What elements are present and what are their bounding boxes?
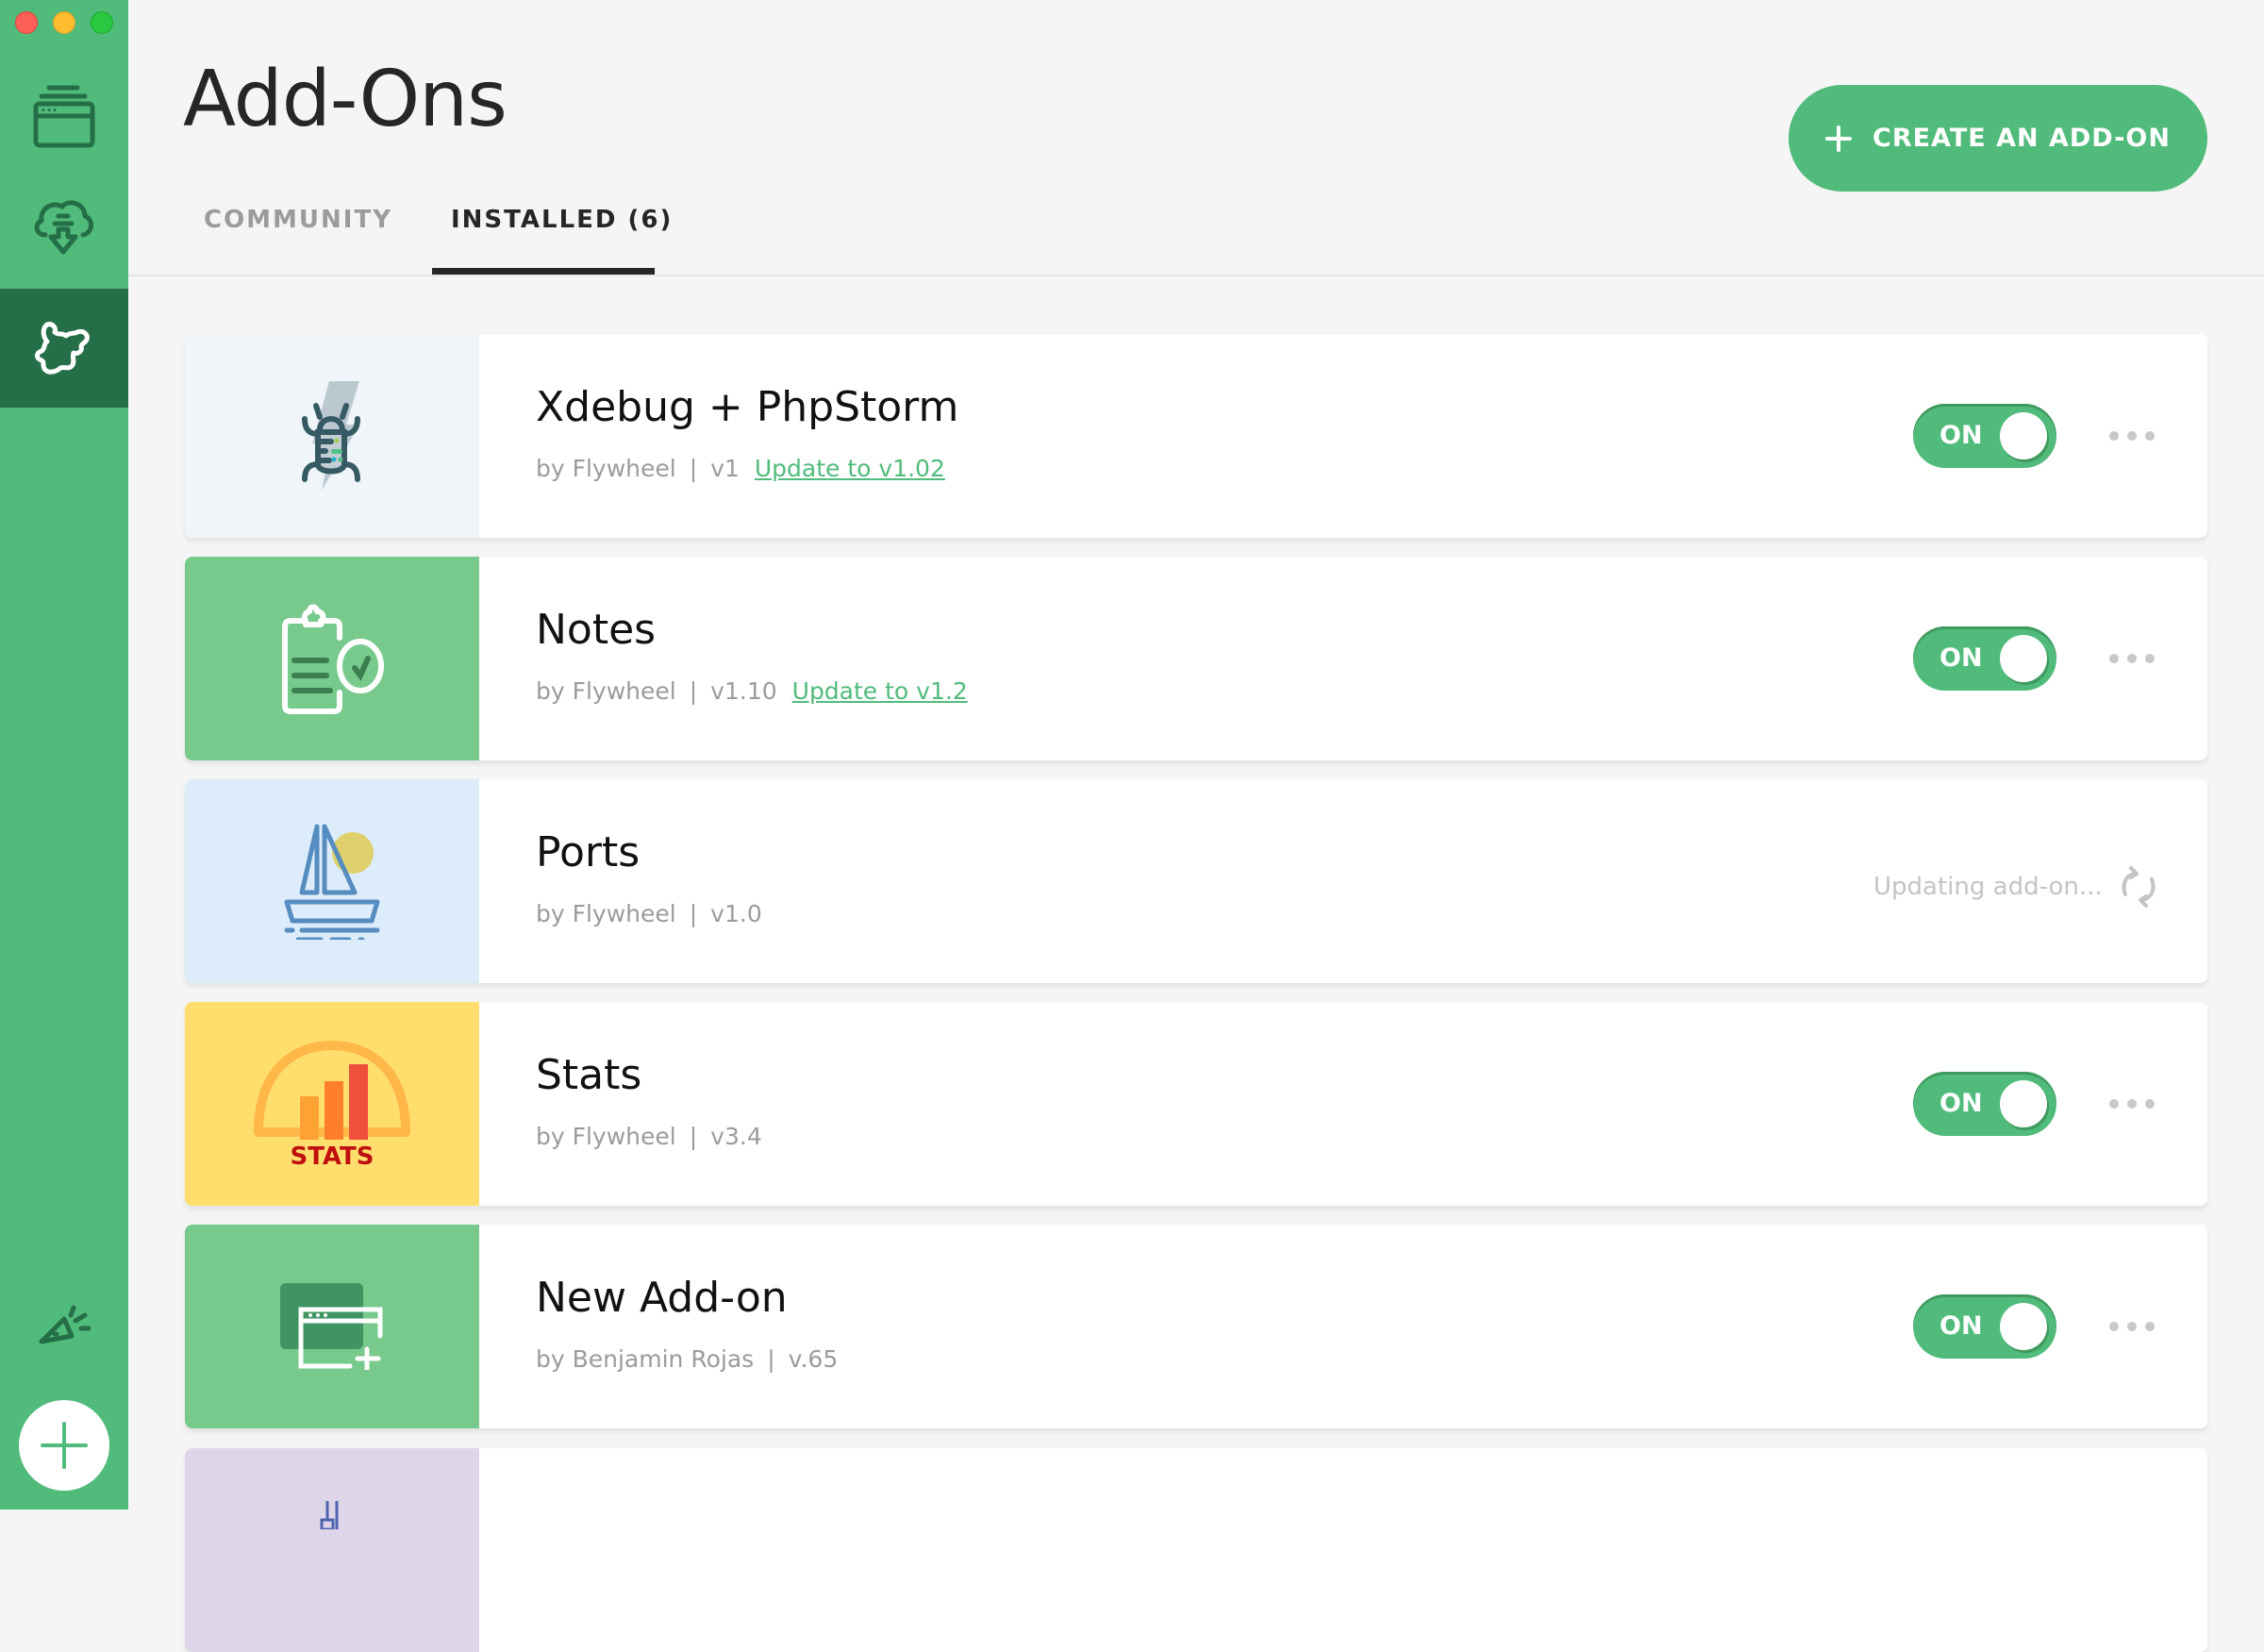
sidebar-item-connect[interactable] [0,170,128,289]
plus-icon [1825,125,1852,152]
stats-chart-icon: STATS [254,1040,410,1168]
create-addon-button[interactable]: CREATE AN ADD-ON [1789,85,2207,192]
addon-version: v3.4 [710,1123,762,1150]
addon-version: v1.0 [710,900,762,927]
addon-title: Stats [536,1051,642,1099]
dot [2127,1099,2137,1109]
addon-icon-tile [185,334,479,538]
addon-toggle[interactable]: ON [1913,626,2056,691]
tab-installed[interactable]: INSTALLED (6) [451,206,673,234]
tab-community[interactable]: COMMUNITY [204,206,392,234]
dot [2145,654,2155,663]
dot [2145,1322,2155,1331]
updating-text: Updating add-on... [1873,873,2103,901]
megaphone-icon [39,1305,92,1344]
dot [2109,654,2119,663]
more-options-button[interactable] [2109,426,2155,445]
updating-status: Updating add-on... [1873,866,2157,908]
addon-icon-tile [185,779,479,983]
separator: | [689,677,698,705]
addon-toggle[interactable]: ON [1913,404,2056,468]
sailboat-icon [284,824,380,940]
addon-title: Notes [536,606,657,654]
more-options-button[interactable] [2109,1317,2155,1336]
addon-icon-tile [185,557,479,760]
addon-title: Ports [536,828,641,876]
addon-author: by Flywheel [536,677,676,705]
addon-card: New Add-on by Benjamin Rojas | v.65 ON [185,1225,2207,1428]
dot [2109,1099,2119,1109]
addon-author: by Flywheel [536,900,676,927]
addon-version: v1 [710,455,740,482]
browser-window-icon [33,85,95,148]
addon-version: v1.10 [710,677,777,705]
addon-meta: by Flywheel | v1.0 [536,900,762,927]
dot [2109,1322,2119,1331]
addon-meta: by Benjamin Rojas | v.65 [536,1345,838,1373]
sidebar [0,0,128,1510]
new-window-icon [280,1283,383,1370]
addon-toggle[interactable]: ON [1913,1294,2056,1359]
addon-title: New Add-on [536,1274,788,1322]
more-options-button[interactable] [2109,1094,2155,1113]
addon-card: Xdebug + PhpStorm by Flywheel | v1 Update t… [185,334,2207,538]
update-link[interactable]: Update to v1.02 [755,455,945,482]
toggle-knob [2000,635,2047,682]
add-site-button[interactable] [19,1400,109,1491]
dot [2145,1099,2155,1109]
separator: | [767,1345,775,1373]
window-maximize-button[interactable] [91,11,113,34]
addon-meta: by Flywheel | v1.10 Update to v1.2 [536,677,968,705]
plus-icon [41,1422,88,1469]
update-link[interactable]: Update to v1.2 [792,677,968,705]
addon-icon-tile [185,1225,479,1428]
separator: | [689,455,698,482]
bug-lightning-icon [302,381,360,491]
addon-author: by Flywheel [536,1123,676,1150]
separator: | [689,900,698,927]
puzzle-piece-icon [35,322,90,375]
addon-meta: by Flywheel | v1 Update to v1.02 [536,455,945,482]
addon-card: STATS Stats by Flywheel | v3.4 ON [185,1002,2207,1206]
dot [2127,431,2137,441]
page-title: Add-Ons [183,55,508,144]
refresh-spinner-icon [2122,866,2156,908]
separator: | [689,1123,698,1150]
header-divider [128,275,2264,276]
sidebar-item-addons[interactable] [0,289,128,408]
pipe-icon [320,1501,339,1529]
addon-author: by Flywheel [536,455,676,482]
toggle-knob [2000,412,2047,459]
addon-icon-tile [185,1448,479,1652]
create-addon-label: CREATE AN ADD-ON [1873,124,2171,153]
dot [2127,1322,2137,1331]
clipboard-check-icon [282,604,384,714]
toggle-label: ON [1939,1311,1983,1341]
addon-meta: by Flywheel | v3.4 [536,1123,762,1150]
addon-toggle[interactable]: ON [1913,1072,2056,1136]
cloud-download-icon [34,200,93,255]
addon-card: Ports by Flywheel | v1.0 Updating add-on..… [185,779,2207,983]
toggle-knob [2000,1080,2047,1127]
dot [2127,654,2137,663]
toggle-label: ON [1939,1089,1983,1118]
dot [2145,431,2155,441]
toggle-label: ON [1939,643,1983,673]
window-close-button[interactable] [15,11,38,34]
toggle-label: ON [1939,421,1983,450]
addon-version: v.65 [788,1345,839,1373]
addon-title: Xdebug + PhpStorm [536,383,959,431]
dot [2109,431,2119,441]
addon-card: Notes by Flywheel | v1.10 Update to v1.2 ON [185,557,2207,760]
more-options-button[interactable] [2109,649,2155,668]
addon-author: by Benjamin Rojas [536,1345,755,1373]
window-minimize-button[interactable] [53,11,75,34]
sidebar-item-news[interactable] [0,1293,128,1359]
sidebar-item-sites[interactable] [0,57,128,175]
addon-card [185,1448,2207,1652]
toggle-knob [2000,1303,2047,1350]
addon-icon-tile: STATS [185,1002,479,1206]
stats-icon-label: STATS [290,1143,374,1168]
